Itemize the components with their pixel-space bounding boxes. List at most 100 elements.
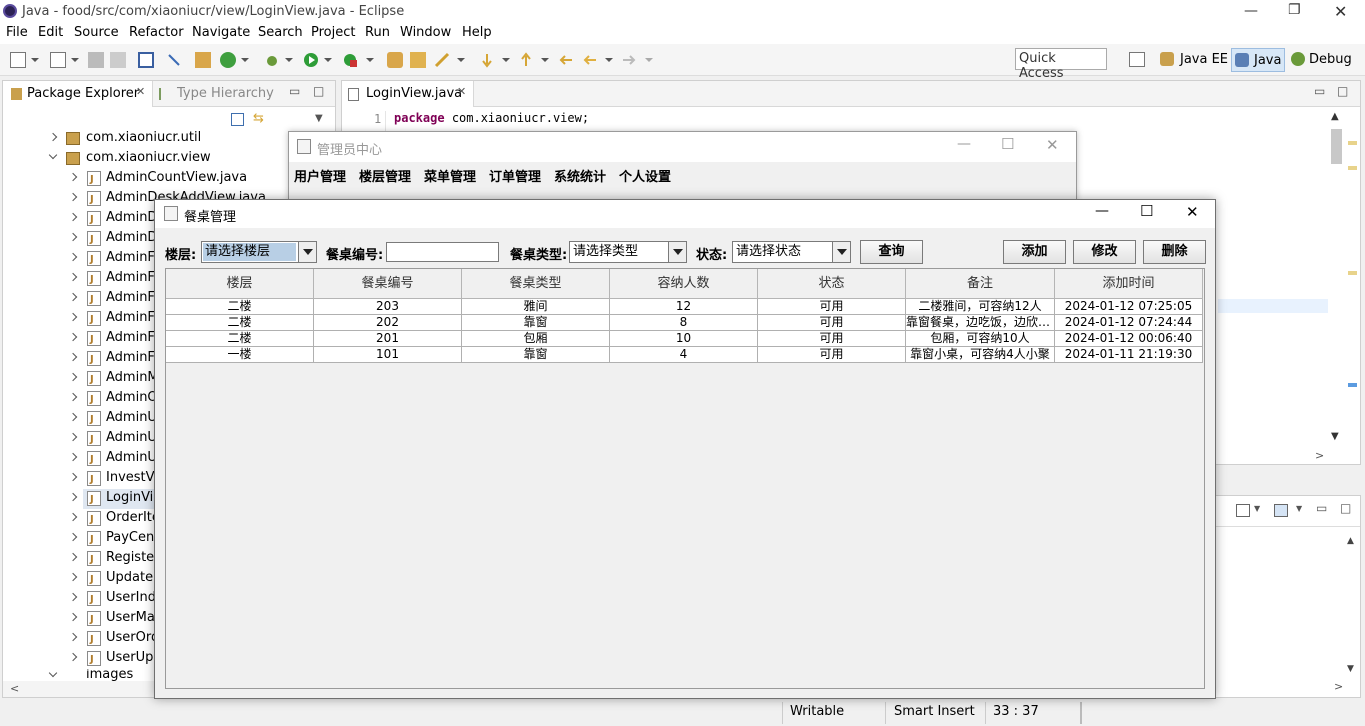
save-all-icon[interactable] xyxy=(110,52,126,68)
table-cell[interactable]: 2024-01-12 07:25:05 xyxy=(1055,299,1203,315)
table-cell[interactable]: 二楼 xyxy=(166,299,314,315)
edit-button[interactable]: 修改 xyxy=(1073,240,1136,264)
table-cell[interactable]: 可用 xyxy=(758,331,906,347)
minimize-icon[interactable]: — xyxy=(1095,203,1109,219)
table-cell[interactable]: 2024-01-12 00:06:40 xyxy=(1055,331,1203,347)
table-cell[interactable]: 包厢 xyxy=(462,331,610,347)
status-select[interactable]: 请选择状态 xyxy=(732,241,851,263)
new-java-package-icon[interactable] xyxy=(387,52,403,68)
tree-package-view[interactable]: com.xiaoniucr.view xyxy=(3,149,333,169)
table-cell[interactable]: 2024-01-12 07:24:44 xyxy=(1055,315,1203,331)
menu-floor-management[interactable]: 楼层管理 xyxy=(359,166,411,185)
link-editor-icon[interactable]: ⇆ xyxy=(253,112,267,126)
tab-package-explorer[interactable]: Package Explorer ✕ xyxy=(3,81,153,107)
refresh-icon[interactable] xyxy=(220,52,236,68)
table-cell[interactable]: 靠窗餐桌，边吃饭，边欣赏风景 xyxy=(906,315,1055,331)
run-icon[interactable] xyxy=(303,52,319,68)
new-icon[interactable] xyxy=(10,52,26,68)
save-icon[interactable] xyxy=(88,52,104,68)
minimize-icon[interactable]: — xyxy=(1244,3,1258,19)
table-column-header[interactable]: 餐桌编号 xyxy=(314,269,462,299)
table-cell[interactable]: 4 xyxy=(610,347,758,363)
minimize-view-icon[interactable]: ▭ xyxy=(1316,501,1327,515)
build-icon[interactable] xyxy=(195,52,211,68)
table-cell[interactable]: 靠窗 xyxy=(462,347,610,363)
display-selected-icon[interactable] xyxy=(1274,504,1288,517)
minimize-icon[interactable]: — xyxy=(957,136,971,152)
menu-file[interactable]: File xyxy=(6,25,28,40)
scroll-right-icon[interactable]: > xyxy=(1334,680,1343,693)
close-tab-icon[interactable]: ✕ xyxy=(457,85,466,98)
menu-refactor[interactable]: Refactor xyxy=(129,25,184,40)
code-line[interactable]: package com.xiaoniucr.view; xyxy=(394,111,589,125)
menu-run[interactable]: Run xyxy=(365,25,390,40)
view-menu-icon[interactable]: ▼ xyxy=(315,113,323,124)
table-type-select[interactable]: 请选择类型 xyxy=(569,241,687,263)
table-cell[interactable]: 8 xyxy=(610,315,758,331)
maximize-editor-icon[interactable]: □ xyxy=(1337,84,1348,98)
maximize-view-icon[interactable]: □ xyxy=(313,84,324,98)
next-annotation-icon[interactable] xyxy=(479,52,495,68)
menu-dish-management[interactable]: 菜单管理 xyxy=(424,166,476,185)
delete-button[interactable]: 删除 xyxy=(1143,240,1206,264)
table-column-header[interactable]: 添加时间 xyxy=(1055,269,1203,299)
minimize-view-icon[interactable]: ▭ xyxy=(289,84,300,98)
scroll-up-icon[interactable]: ▲ xyxy=(1347,536,1354,546)
table-column-header[interactable]: 状态 xyxy=(758,269,906,299)
collapse-all-icon[interactable] xyxy=(231,113,244,126)
prev-annotation-icon[interactable] xyxy=(518,52,534,68)
table-cell[interactable]: 二楼 xyxy=(166,331,314,347)
external-tools-icon[interactable] xyxy=(342,52,358,68)
open-perspective-icon[interactable] xyxy=(1129,52,1145,67)
table-column-header[interactable]: 备注 xyxy=(906,269,1055,299)
quick-access-input[interactable]: Quick Access xyxy=(1015,48,1107,81)
table-cell[interactable]: 二楼雅间，可容纳12人 xyxy=(906,299,1055,315)
query-button[interactable]: 查询 xyxy=(860,240,923,264)
console-icon[interactable] xyxy=(138,52,154,68)
table-cell[interactable]: 包厢，可容纳10人 xyxy=(906,331,1055,347)
table-cell[interactable]: 10 xyxy=(610,331,758,347)
close-icon[interactable]: ✕ xyxy=(1334,2,1347,21)
close-tab-icon[interactable]: ✕ xyxy=(136,85,145,98)
menu-system-statistics[interactable]: 系统统计 xyxy=(554,166,606,185)
tab-type-hierarchy[interactable]: Type Hierarchy xyxy=(157,81,277,107)
table-cell[interactable]: 可用 xyxy=(758,299,906,315)
tree-file-item[interactable]: J AdminCountView.java xyxy=(3,169,333,189)
table-cell[interactable]: 101 xyxy=(314,347,462,363)
table-column-header[interactable]: 餐桌类型 xyxy=(462,269,610,299)
table-cell[interactable]: 一楼 xyxy=(166,347,314,363)
tab-login-view[interactable]: LoginView.java ✕ xyxy=(342,81,474,107)
menu-user-management[interactable]: 用户管理 xyxy=(294,166,346,185)
new-wizard-icon[interactable] xyxy=(50,52,66,68)
open-console-icon[interactable] xyxy=(1236,504,1250,517)
forward-icon[interactable] xyxy=(621,52,637,68)
chevron-down-icon[interactable] xyxy=(668,242,686,262)
debug-icon[interactable] xyxy=(264,52,280,68)
table-cell[interactable]: 可用 xyxy=(758,347,906,363)
table-cell[interactable]: 12 xyxy=(610,299,758,315)
table-cell[interactable]: 202 xyxy=(314,315,462,331)
pen-icon[interactable] xyxy=(434,52,450,68)
table-cell[interactable]: 靠窗 xyxy=(462,315,610,331)
menu-source[interactable]: Source xyxy=(74,25,119,40)
skip-breakpoints-icon[interactable] xyxy=(166,52,182,68)
table-cell[interactable]: 二楼 xyxy=(166,315,314,331)
last-edit-icon[interactable] xyxy=(558,52,574,68)
scroll-down-icon[interactable]: ▼ xyxy=(1347,664,1354,674)
table-column-header[interactable]: 楼层 xyxy=(166,269,314,299)
tree-package-util[interactable]: com.xiaoniucr.util xyxy=(3,129,333,149)
menu-project[interactable]: Project xyxy=(311,25,355,40)
table-cell[interactable]: 雅间 xyxy=(462,299,610,315)
table-column-header[interactable]: 容纳人数 xyxy=(610,269,758,299)
table-cell[interactable]: 2024-01-11 21:19:30 xyxy=(1055,347,1203,363)
maximize-icon[interactable]: ☐ xyxy=(1140,202,1153,220)
menu-navigate[interactable]: Navigate xyxy=(192,25,250,40)
dropdown-icon[interactable]: ▼ xyxy=(1254,504,1260,513)
close-icon[interactable]: ✕ xyxy=(1186,203,1199,221)
add-button[interactable]: 添加 xyxy=(1003,240,1066,264)
table-cell[interactable]: 靠窗小桌，可容纳4人小聚 xyxy=(906,347,1055,363)
floor-select[interactable]: 请选择楼层 xyxy=(201,241,317,263)
close-icon[interactable]: ✕ xyxy=(1046,136,1059,154)
minimize-editor-icon[interactable]: ▭ xyxy=(1314,84,1325,98)
editor-vscrollbar[interactable]: ▲ ▼ xyxy=(1328,111,1344,446)
